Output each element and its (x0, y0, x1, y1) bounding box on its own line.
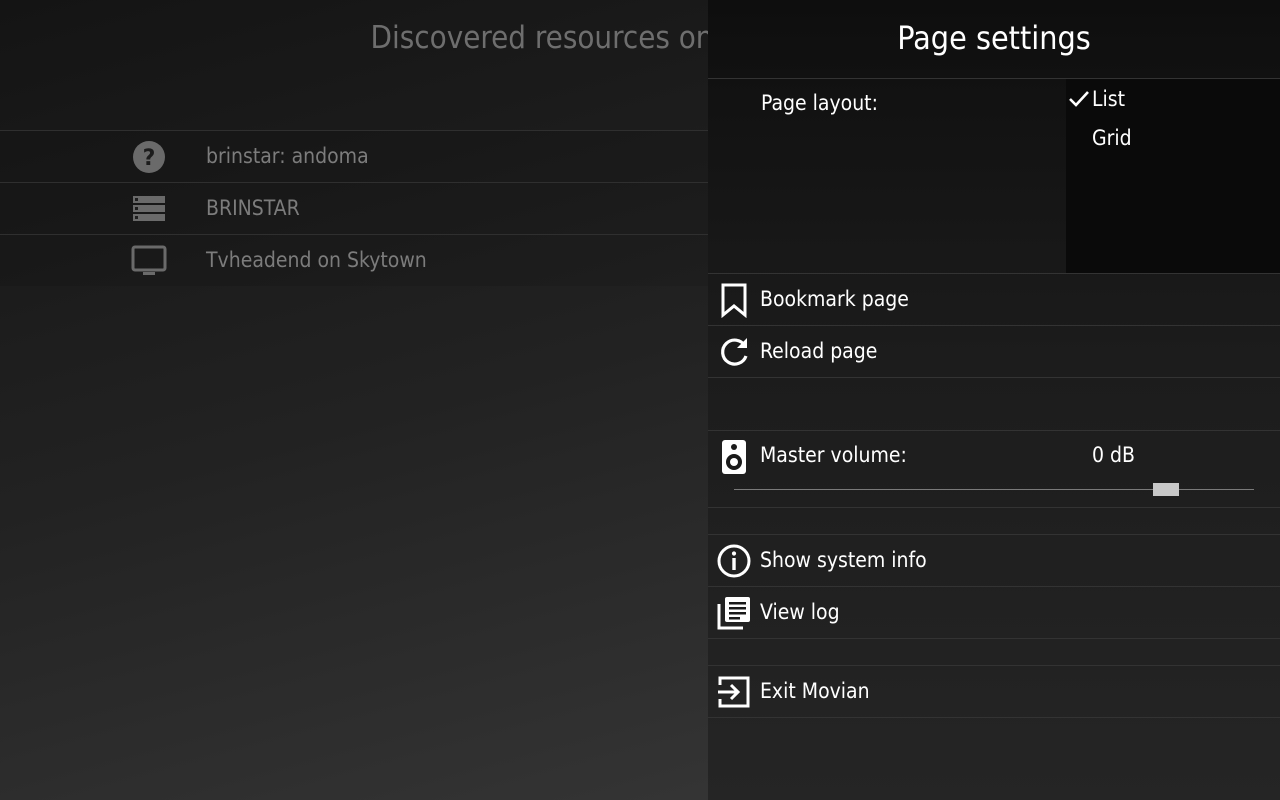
speaker-icon (722, 440, 746, 474)
divider-spacer (708, 639, 1280, 666)
divider-spacer (708, 508, 1280, 535)
master-volume-value: 0 dB (1092, 443, 1135, 467)
bookmark-page-button[interactable]: Bookmark page (708, 274, 1280, 326)
page-layout-setting: Page layout: List Grid (708, 79, 1280, 274)
layout-option-label: Grid (1092, 126, 1132, 150)
resource-label: BRINSTAR (206, 196, 300, 220)
log-icon (717, 597, 750, 630)
view-log-label: View log (760, 600, 840, 624)
exit-movian-button[interactable]: Exit Movian (708, 666, 1280, 718)
master-volume-label: Master volume: (760, 443, 907, 467)
tv-icon (131, 245, 167, 275)
page-settings-panel: Page settings Page layout: List Grid Book… (708, 0, 1280, 800)
question-circle-icon: ? (133, 141, 165, 173)
page-layout-label: Page layout: (761, 91, 878, 115)
svg-text:?: ? (143, 146, 156, 171)
list-item[interactable]: BRINSTAR (0, 182, 708, 234)
info-icon (717, 544, 751, 578)
layout-option-label: List (1092, 87, 1126, 111)
show-system-info-button[interactable]: Show system info (708, 535, 1280, 587)
bookmark-page-label: Bookmark page (760, 287, 909, 311)
panel-title: Page settings (708, 0, 1280, 79)
master-volume-setting: Master volume: 0 dB (708, 431, 1280, 508)
reload-page-label: Reload page (760, 339, 878, 363)
server-icon (133, 196, 165, 221)
exit-icon (718, 676, 750, 708)
bookmark-icon (721, 283, 747, 318)
reload-icon (721, 338, 748, 366)
list-item[interactable]: ? brinstar: andoma (0, 130, 708, 182)
page-layout-options: List Grid (1066, 79, 1280, 273)
divider-spacer (708, 378, 1280, 431)
view-log-button[interactable]: View log (708, 587, 1280, 639)
slider-handle[interactable] (1152, 483, 1179, 496)
layout-option-list[interactable]: List (1069, 87, 1126, 111)
show-system-info-label: Show system info (760, 548, 927, 572)
reload-page-button[interactable]: Reload page (708, 326, 1280, 378)
list-item[interactable]: Tvheadend on Skytown (0, 234, 708, 286)
exit-movian-label: Exit Movian (760, 679, 870, 703)
checkmark-icon (1069, 91, 1089, 107)
resource-list: ? brinstar: andoma BRINSTAR Tvheadend on… (0, 130, 708, 286)
resource-label: brinstar: andoma (206, 144, 369, 168)
layout-option-grid[interactable]: Grid (1092, 126, 1132, 150)
resource-label: Tvheadend on Skytown (206, 248, 427, 272)
